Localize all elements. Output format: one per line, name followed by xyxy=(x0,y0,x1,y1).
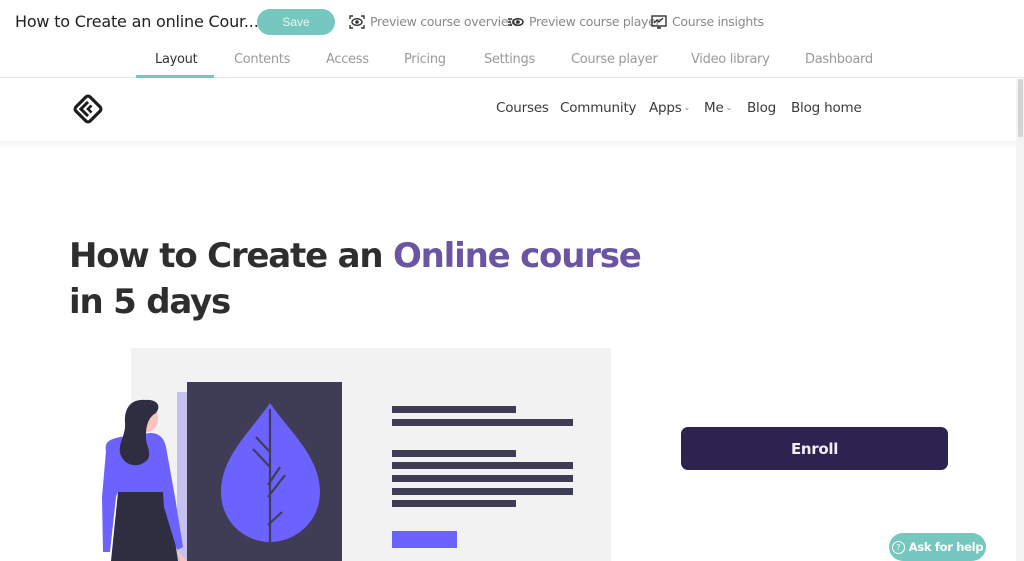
hero-title-accent: Online course xyxy=(392,236,642,276)
eye-list-icon xyxy=(508,15,524,29)
preview-scrollbar[interactable] xyxy=(1016,79,1024,561)
nav-me-label: Me xyxy=(704,100,724,116)
editor-tabs: Layout Contents Access Pricing Settings … xyxy=(0,44,1024,78)
preview-course-player-label: Preview course player xyxy=(529,14,661,29)
chart-monitor-icon xyxy=(651,14,667,29)
nav-courses-label: Courses xyxy=(496,100,549,116)
preview-scrollbar-thumb[interactable] xyxy=(1018,79,1023,137)
nav-apps-label: Apps xyxy=(649,100,682,116)
illustration-button xyxy=(392,531,457,548)
hero-title-suffix: in 5 days xyxy=(69,282,231,322)
tab-contents[interactable]: Contents xyxy=(234,52,290,67)
editor-topbar: How to Create an online Cour... Save Pre… xyxy=(0,0,1024,44)
nav-courses[interactable]: Courses xyxy=(496,100,549,116)
tab-access[interactable]: Access xyxy=(326,52,369,67)
hero-title-prefix: How to Create an xyxy=(69,236,393,276)
tab-settings[interactable]: Settings xyxy=(484,52,535,67)
course-illustration xyxy=(90,347,620,561)
nav-community[interactable]: Community xyxy=(560,100,637,116)
preview-course-overview-link[interactable]: Preview course overview xyxy=(349,14,518,29)
nav-blog-home-label: Blog home xyxy=(791,100,862,116)
tab-pricing[interactable]: Pricing xyxy=(404,52,446,67)
diamond-logo-icon[interactable] xyxy=(71,92,105,126)
preview-course-overview-label: Preview course overview xyxy=(370,14,519,29)
nav-blog-home[interactable]: Blog home xyxy=(791,100,862,116)
ask-for-help-label: Ask for help xyxy=(908,540,984,554)
ask-for-help-button[interactable]: ? Ask for help xyxy=(889,533,986,561)
save-button[interactable]: Save xyxy=(257,9,335,35)
tab-video-library[interactable]: Video library xyxy=(691,52,770,67)
course-insights-link[interactable]: Course insights xyxy=(651,14,764,29)
active-tab-indicator xyxy=(136,75,214,78)
nav-me[interactable]: Me ⌄ xyxy=(704,100,732,116)
enroll-button[interactable]: Enroll xyxy=(681,427,948,470)
preview-course-player-link[interactable]: Preview course player xyxy=(508,14,661,29)
tab-layout[interactable]: Layout xyxy=(155,52,198,67)
nav-apps[interactable]: Apps ⌄ xyxy=(649,100,690,116)
chevron-down-icon: ⌄ xyxy=(683,103,691,112)
hero-title: How to Create an Online course in 5 days xyxy=(69,233,669,325)
chevron-down-icon: ⌄ xyxy=(725,103,733,112)
nav-blog[interactable]: Blog xyxy=(747,100,776,116)
question-circle-icon: ? xyxy=(891,540,905,554)
course-insights-label: Course insights xyxy=(672,14,764,29)
tab-dashboard[interactable]: Dashboard xyxy=(805,52,873,67)
nav-blog-label: Blog xyxy=(747,100,777,116)
header-divider xyxy=(0,141,1016,149)
course-title: How to Create an online Cour... xyxy=(15,12,259,31)
tab-course-player[interactable]: Course player xyxy=(571,52,658,67)
nav-community-label: Community xyxy=(560,100,637,116)
eye-scan-icon xyxy=(349,14,365,29)
